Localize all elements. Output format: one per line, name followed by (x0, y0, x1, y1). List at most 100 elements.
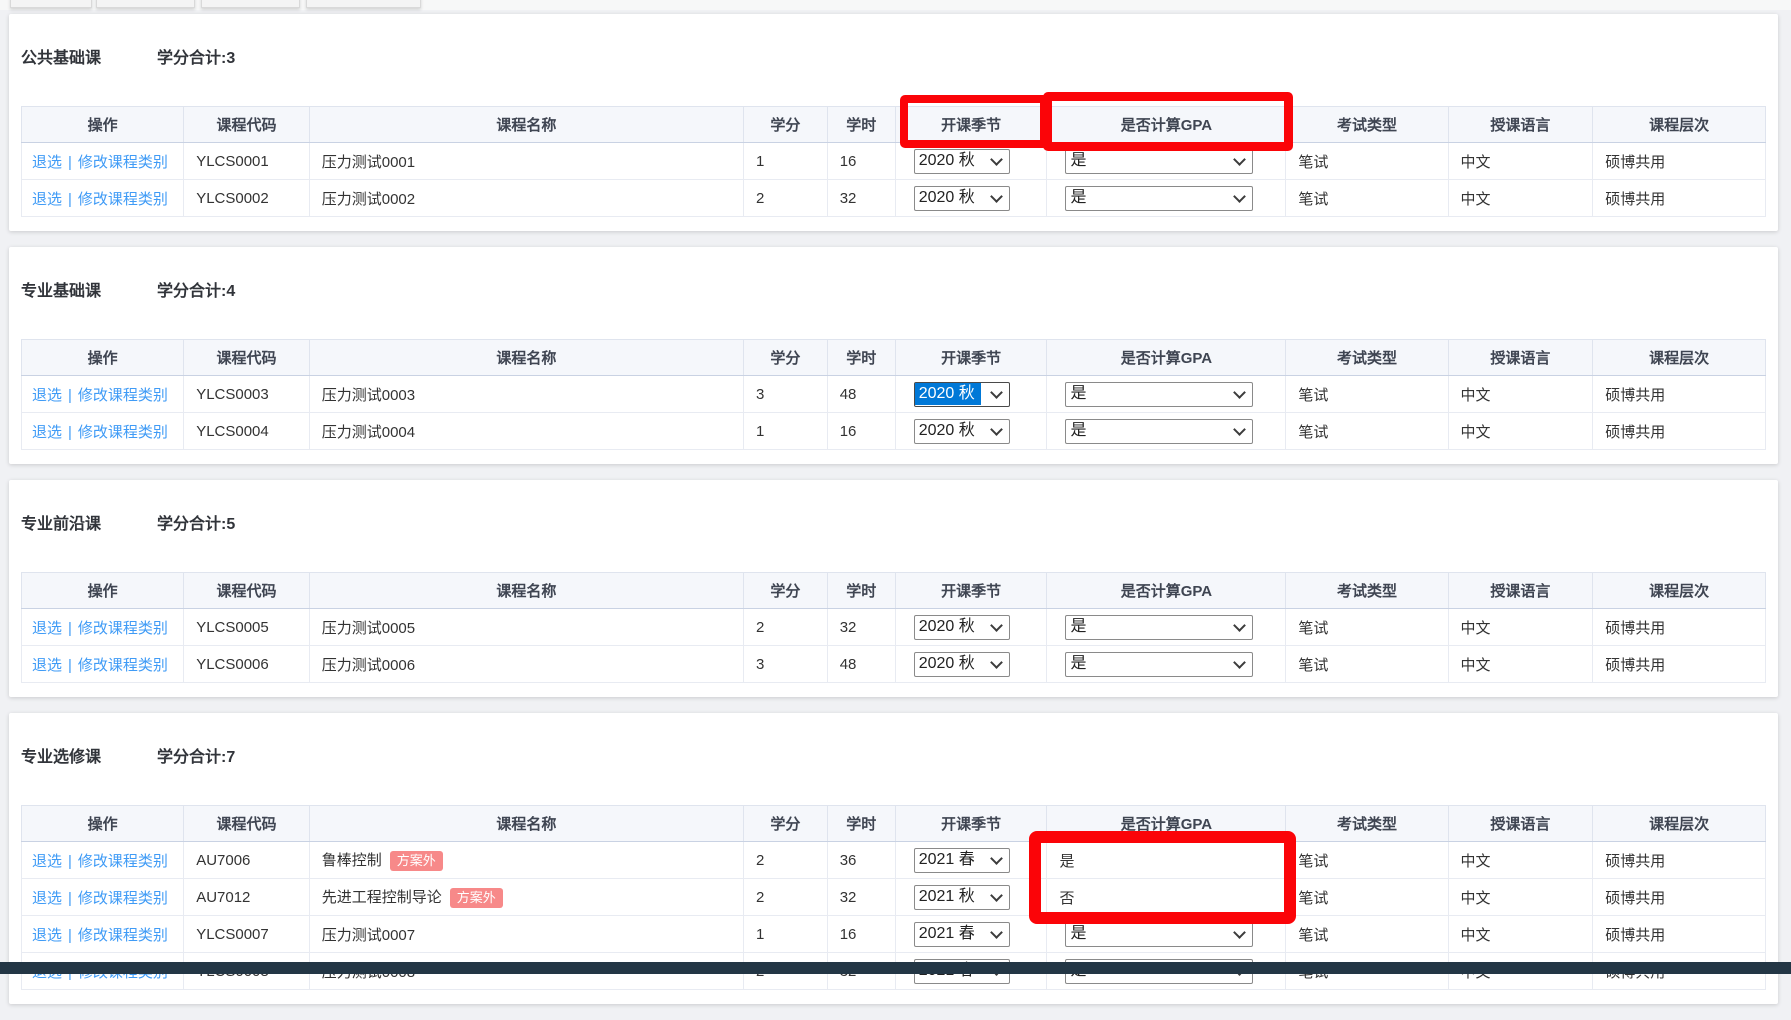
link-separator: | (68, 154, 72, 171)
column-header-8: 授课语言 (1448, 573, 1593, 609)
gpa-cell: 是 (1047, 376, 1286, 413)
language-cell: 中文 (1448, 609, 1593, 646)
gpa-select[interactable]: 是 (1065, 382, 1253, 407)
chevron-down-icon (1234, 423, 1247, 436)
course-section-card: 专业基础课 学分合计:4 操作课程代码课程名称学分学时开课季节是否计算GPA考试… (9, 247, 1778, 464)
season-cell: 2020 秋 (895, 180, 1047, 217)
unselect-link[interactable]: 退选 (32, 620, 62, 637)
modify-category-link[interactable]: 修改课程类别 (78, 927, 168, 944)
unselect-link[interactable]: 退选 (32, 154, 62, 171)
operations-cell: 退选 | 修改课程类别 (22, 646, 184, 683)
select-value: 2020 秋 (915, 420, 988, 442)
modify-category-link[interactable]: 修改课程类别 (78, 387, 168, 404)
table-row: 退选|修改课程类别YLCS0007压力测试00071162021 春是笔试中文硕… (22, 916, 1766, 953)
season-select[interactable]: 2020 秋 (914, 382, 1010, 407)
season-select[interactable]: 2020 秋 (914, 419, 1010, 444)
column-header-0: 操作 (22, 340, 184, 376)
exam-type-cell: 笔试 (1286, 180, 1448, 217)
table-row: 退选|修改课程类别YLCS0003压力测试00033482020 秋是笔试中文硕… (22, 376, 1766, 413)
credits-cell: 2 (744, 879, 828, 916)
modify-category-link[interactable]: 修改课程类别 (78, 890, 168, 907)
column-header-label: 学时 (846, 117, 876, 134)
course-level-cell: 硕博共用 (1593, 413, 1766, 450)
credits-cell: 1 (744, 916, 828, 953)
column-header-label: 学时 (846, 816, 876, 833)
modify-category-link[interactable]: 修改课程类别 (78, 620, 168, 637)
hours-cell: 36 (827, 842, 895, 879)
modify-category-link[interactable]: 修改课程类别 (78, 191, 168, 208)
hours-cell: 48 (827, 376, 895, 413)
gpa-select[interactable]: 是 (1065, 615, 1253, 640)
course-code-cell: YLCS0007 (184, 916, 310, 953)
modify-category-link[interactable]: 修改课程类别 (78, 853, 168, 870)
course-sections-container: 公共基础课 学分合计:3 操作课程代码课程名称学分学时开课季节是否计算GPA考试… (0, 0, 1791, 1020)
season-select[interactable]: 2021 秋 (914, 885, 1010, 910)
gpa-cell: 是 (1047, 609, 1286, 646)
operations-cell: 退选|修改课程类别 (22, 413, 184, 450)
unselect-link[interactable]: 退选 (32, 387, 62, 404)
column-header-label: 课程代码 (216, 117, 276, 134)
season-select[interactable]: 2020 秋 (914, 186, 1010, 211)
modify-category-link[interactable]: 修改课程类别 (78, 657, 168, 674)
course-table-wrap: 操作课程代码课程名称学分学时开课季节是否计算GPA考试类型授课语言课程层次 退选… (21, 339, 1766, 450)
gpa-cell: 是 (1047, 646, 1286, 683)
season-select[interactable]: 2020 秋 (914, 615, 1010, 640)
modify-category-link[interactable]: 修改课程类别 (78, 424, 168, 441)
column-header-5: 开课季节 (895, 107, 1047, 143)
course-level-cell: 硕博共用 (1593, 646, 1766, 683)
course-level-cell: 硕博共用 (1593, 180, 1766, 217)
course-table-wrap: 操作课程代码课程名称学分学时开课季节是否计算GPA考试类型授课语言课程层次 退选… (21, 572, 1766, 683)
column-header-label: 学分 (770, 816, 800, 833)
column-header-label: 是否计算GPA (1121, 816, 1212, 833)
season-cell: 2020 秋 (895, 413, 1047, 450)
modify-category-link[interactable]: 修改课程类别 (78, 154, 168, 171)
header-row: 操作课程代码课程名称学分学时开课季节是否计算GPA考试类型授课语言课程层次 (22, 107, 1766, 143)
link-separator: | (68, 657, 72, 674)
chevron-down-icon (1234, 190, 1247, 203)
unselect-link[interactable]: 退选 (32, 657, 62, 674)
course-code-cell: YLCS0006 (184, 646, 310, 683)
unselect-link[interactable]: 退选 (32, 424, 62, 441)
course-name-cell: 压力测试0002 (309, 180, 743, 217)
hours-cell: 16 (827, 143, 895, 180)
season-select[interactable]: 2021 春 (914, 848, 1010, 873)
operations-cell: 退选|修改课程类别 (22, 879, 184, 916)
column-header-label: 开课季节 (941, 117, 1001, 134)
gpa-select[interactable]: 是 (1065, 186, 1253, 211)
table-row: 退选|修改课程类别AU7012先进工程控制导论方案外2322021 秋否笔试中文… (22, 879, 1766, 916)
gpa-select[interactable]: 是 (1065, 922, 1253, 947)
season-select[interactable]: 2020 秋 (914, 149, 1010, 174)
column-header-label: 学时 (846, 350, 876, 367)
course-name: 压力测试0002 (322, 191, 415, 208)
exam-type-cell: 笔试 (1286, 376, 1448, 413)
course-name: 鲁棒控制 (322, 852, 382, 869)
gpa-select[interactable]: 是 (1065, 652, 1253, 677)
unselect-link[interactable]: 退选 (32, 853, 62, 870)
column-header-label: 课程名称 (496, 816, 556, 833)
course-level-cell: 硕博共用 (1593, 376, 1766, 413)
gpa-cell: 是 (1047, 143, 1286, 180)
season-select[interactable]: 2020 秋 (914, 652, 1010, 677)
chevron-down-icon (990, 889, 1003, 902)
gpa-cell: 是 (1047, 180, 1286, 217)
unselect-link[interactable]: 退选 (32, 890, 62, 907)
language-cell: 中文 (1448, 879, 1593, 916)
exam-type-cell: 笔试 (1286, 609, 1448, 646)
select-value: 2020 秋 (915, 383, 981, 405)
unselect-link[interactable]: 退选 (32, 191, 62, 208)
gpa-select[interactable]: 是 (1065, 419, 1253, 444)
column-header-4: 学时 (827, 806, 895, 842)
season-select[interactable]: 2021 春 (914, 922, 1010, 947)
hours-cell: 32 (827, 879, 895, 916)
hours-cell: 48 (827, 646, 895, 683)
course-name: 压力测试0004 (322, 424, 415, 441)
credits-cell: 2 (744, 180, 828, 217)
chevron-down-icon (990, 386, 1003, 399)
language-cell: 中文 (1448, 180, 1593, 217)
operations-cell: 退选|修改课程类别 (22, 916, 184, 953)
gpa-select[interactable]: 是 (1065, 149, 1253, 174)
column-header-6: 是否计算GPA (1047, 107, 1286, 143)
column-header-label: 学时 (846, 583, 876, 600)
unselect-link[interactable]: 退选 (32, 927, 62, 944)
column-header-4: 学时 (827, 107, 895, 143)
